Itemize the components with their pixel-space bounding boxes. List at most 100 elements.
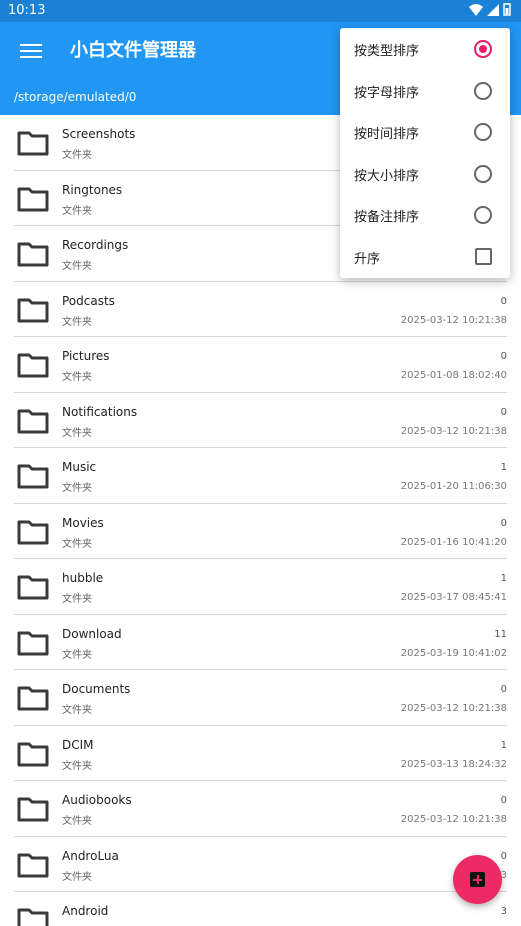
item-count: 0 [500,684,507,695]
folder-icon [17,908,49,926]
item-count: 0 [500,406,507,418]
modified-date: 2025-03-12 10:21:38 [400,314,507,326]
battery-icon [503,3,511,16]
app-title: 小白文件管理器 [70,40,196,61]
folder-icon [17,187,49,211]
folder-icon [17,853,49,877]
item-count: 0 [500,795,507,806]
file-type: 文件夹 [62,594,92,605]
file-type: 文件夹 [62,483,92,494]
file-type: 文件夹 [62,649,92,661]
sort-by-time-option[interactable]: 按时间排序 [340,111,510,153]
radio-unselected[interactable] [474,206,492,224]
file-name: Screenshots [62,127,136,141]
radio-unselected[interactable] [474,123,492,141]
file-name: Music [62,460,97,474]
radio-unselected[interactable] [474,81,492,100]
folder-icon [17,797,49,822]
signal-icon [487,3,499,16]
modified-date: 2025-03-12 10:21:38 [400,703,507,714]
system-icons [469,3,511,16]
file-name: Notifications [62,404,138,419]
list-item[interactable]: Movies 文件夹 0 2025-01-16 10:41:20 [0,504,521,560]
modified-date: 2025-03-17 08:45:41 [400,592,507,603]
list-item[interactable]: Audiobooks 文件夹 0 2025-03-12 10:21:38 [0,781,521,837]
status-bar: 10:13 [0,0,521,22]
folder-icon [17,353,49,378]
file-type: 文件夹 [62,427,92,439]
item-count: 0 [500,295,507,307]
folder-icon [17,686,49,711]
file-name: Podcasts [62,293,115,308]
file-name: hubble [62,571,104,585]
modified-date: 2025-03-13 18:24:32 [400,758,507,770]
item-count: 0 [500,850,507,862]
sort-by-note-option[interactable]: 按备注排序 [340,194,510,236]
file-name: AndroLua [62,848,119,863]
folder-icon [17,242,49,267]
file-type: 文件夹 [62,372,92,383]
item-count: 11 [494,628,507,640]
modified-date: 2025-03-12 10:21:38 [400,814,507,825]
add-box-icon [470,872,485,887]
ascending-checkbox[interactable] [475,248,492,265]
list-item[interactable]: Podcasts 文件夹 0 2025-03-12 10:21:38 [0,282,521,338]
file-name: DCIM [62,737,94,752]
list-item[interactable]: Music 文件夹 1 2025-01-20 11:06:30 [0,448,521,504]
list-item[interactable]: Download 文件夹 11 2025-03-19 10:41:02 [0,615,521,671]
item-count: 0 [500,351,507,362]
file-type: 文件夹 [62,150,92,161]
file-name: Recordings [62,238,129,252]
folder-icon [17,409,49,433]
modified-date: 2025-01-20 11:06:30 [400,481,507,492]
option-label: 按时间排序 [354,127,420,142]
list-item[interactable]: Notifications 文件夹 0 2025-03-12 10:21:38 [0,393,521,449]
file-type: 文件夹 [62,760,92,772]
sort-menu: 按类型排序 按字母排序 按时间排序 按大小排序 按备注排序 升序 [340,28,510,278]
file-name: Audiobooks [62,793,132,807]
add-button[interactable] [453,855,502,904]
sort-by-name-option[interactable]: 按字母排序 [340,70,510,112]
option-label: 按字母排序 [354,85,420,101]
folder-icon [17,520,49,544]
modified-date: 2025-03-12 10:21:38 [400,425,507,437]
sort-by-size-option[interactable]: 按大小排序 [340,153,510,195]
folder-icon [17,131,49,156]
radio-unselected[interactable] [474,164,492,183]
file-name: Android [62,904,109,918]
file-type: 文件夹 [62,261,92,272]
option-label: 按备注排序 [354,210,420,225]
folder-icon [17,742,49,766]
list-item[interactable]: Android 文件夹 3 [0,892,521,926]
file-name: Documents [62,682,131,696]
file-name: Ringtones [62,182,123,197]
file-type: 文件夹 [62,705,92,716]
modified-date: 2025-01-16 10:41:20 [400,536,507,548]
file-type: 文件夹 [62,205,92,217]
file-type: 文件夹 [62,871,92,883]
folder-icon [17,298,49,322]
folder-icon [17,575,49,600]
file-name: Movies [62,515,104,530]
folder-icon [17,464,49,489]
file-name: Pictures [62,349,110,363]
list-item[interactable]: AndroLua 文件夹 0 2025-03 [0,837,521,893]
ascending-option[interactable]: 升序 [340,236,510,278]
item-count: 1 [500,739,507,751]
menu-icon[interactable] [20,40,42,64]
list-item[interactable]: hubble 文件夹 1 2025-03-17 08:45:41 [0,559,521,615]
item-count: 3 [500,906,507,917]
modified-date: 2025-03-19 10:41:02 [400,647,507,659]
list-item[interactable]: Documents 文件夹 0 2025-03-12 10:21:38 [0,670,521,726]
item-count: 1 [500,462,507,473]
modified-date: 2025-01-08 18:02:40 [400,370,507,381]
radio-selected[interactable] [474,40,492,58]
sort-by-type-option[interactable]: 按类型排序 [340,28,510,70]
list-item[interactable]: DCIM 文件夹 1 2025-03-13 18:24:32 [0,726,521,782]
file-type: 文件夹 [62,816,92,827]
item-count: 1 [500,573,507,584]
list-item[interactable]: Pictures 文件夹 0 2025-01-08 18:02:40 [0,337,521,393]
file-type: 文件夹 [62,316,92,328]
option-label: 按大小排序 [354,168,420,184]
file-type: 文件夹 [62,538,92,550]
